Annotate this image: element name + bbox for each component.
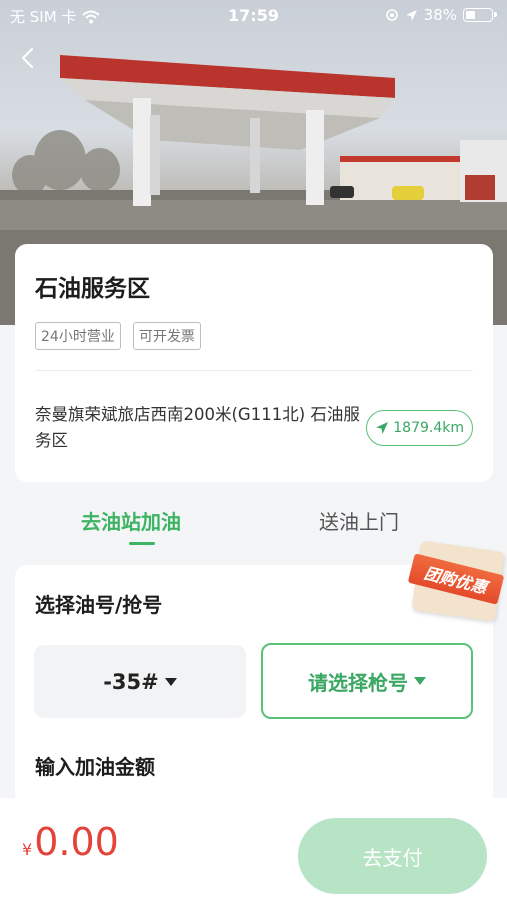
back-button[interactable] [14,44,42,72]
caret-down-icon [164,677,177,686]
tab-refuel-at-station[interactable]: 去油站加油 [81,506,181,535]
station-address: 奈曼旗荣斌旅店西南200米(G111北) 石油服务区 [35,405,360,450]
checkout-bar: ¥ 0.00 去支付 [0,798,507,900]
battery-fill [466,11,475,19]
battery-percent: 38% [423,6,457,24]
amount-label: 输入加油金额 [35,755,155,779]
total-amount: 0.00 [34,820,119,864]
card-divider [35,370,473,371]
group-buy-badge[interactable]: 团购优惠 [407,540,505,622]
oil-grade-value: -35# [103,669,159,694]
oil-grade-select[interactable]: -35# [34,645,246,718]
status-bar: 无 SIM 卡 17:59 38% [0,0,507,32]
navigate-distance-button[interactable]: 1879.4km [366,410,473,446]
tab-oil-delivery[interactable]: 送油上门 [319,506,399,535]
orientation-lock-icon [385,9,398,21]
battery-icon [463,8,497,22]
total-price: ¥ 0.00 [22,820,119,864]
distance-label: 1879.4km [393,420,464,436]
station-tags: 24小时营业 可开发票 [35,322,201,350]
chevron-left-icon [21,47,34,69]
status-right: 38% [385,6,497,24]
station-name: 石油服务区 [35,276,150,302]
location-arrow-icon [405,9,417,21]
tab-active-indicator [129,542,155,545]
gun-number-select[interactable]: 请选择枪号 [261,643,473,719]
navigation-arrow-icon [376,422,389,434]
oil-select-label: 选择油号/抢号 [35,593,163,617]
gun-number-placeholder: 请选择枪号 [308,670,408,695]
currency-symbol: ¥ [22,840,33,859]
station-card: 石油服务区 24小时营业 可开发票 奈曼旗荣斌旅店西南200米(G111北) 石… [15,244,493,482]
caret-down-icon [414,677,426,685]
service-tabs: 去油站加油 送油上门 [0,496,507,546]
tag-invoice: 可开发票 [132,322,201,350]
pay-button[interactable]: 去支付 [298,818,487,894]
tag-24h: 24小时营业 [35,322,121,350]
